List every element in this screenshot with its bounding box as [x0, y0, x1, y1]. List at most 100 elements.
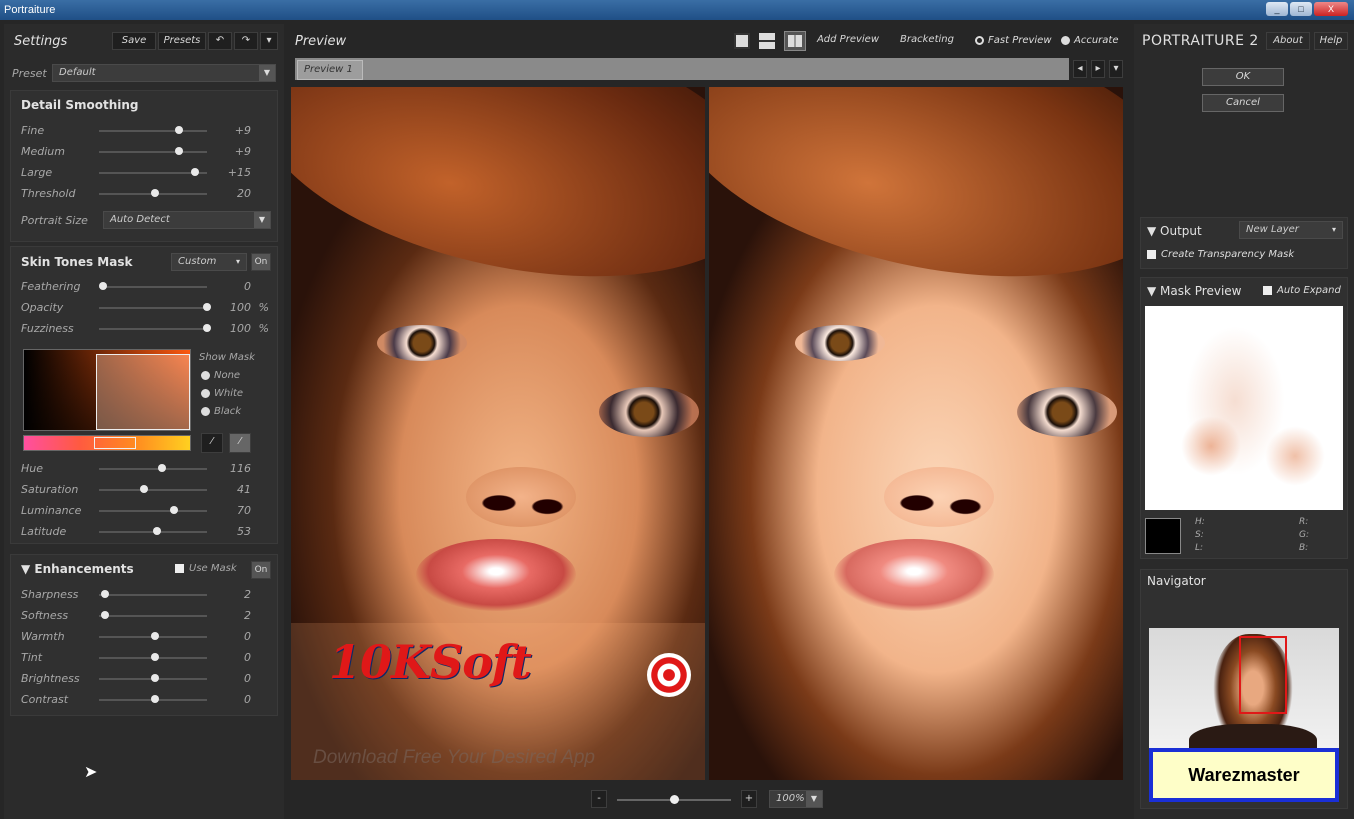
slider-track[interactable] [99, 594, 207, 596]
zoom-in-button[interactable]: + [741, 790, 757, 808]
skin-tones-mode-dropdown[interactable]: Custom ▾ [171, 253, 247, 271]
slider-label: Contrast [21, 693, 69, 706]
skin-tones-toggle[interactable]: On [251, 253, 271, 271]
create-transparency-mask-checkbox[interactable]: Create Transparency Mask [1147, 249, 1294, 260]
zoom-dropdown[interactable]: 100% ▼ [769, 790, 823, 808]
output-dropdown[interactable]: New Layer ▾ [1239, 221, 1343, 239]
zoom-slider[interactable] [617, 795, 731, 804]
slider-knob[interactable] [101, 590, 110, 598]
slider-knob[interactable] [174, 147, 183, 155]
auto-expand-checkbox[interactable]: Auto Expand [1263, 285, 1341, 296]
ok-button[interactable]: OK [1202, 68, 1284, 86]
zoom-slider-knob[interactable] [669, 795, 679, 804]
preview-tab-bar: Preview 1 [295, 58, 1069, 80]
slider-knob[interactable] [99, 282, 107, 290]
slider-knob[interactable] [203, 324, 211, 332]
title-bar: Portraiture _ □ X [0, 0, 1354, 20]
slider-knob[interactable] [203, 303, 211, 311]
slider-knob[interactable] [169, 506, 178, 514]
accurate-radio[interactable]: Accurate [1061, 35, 1119, 46]
bracketing-button[interactable]: Bracketing [891, 32, 963, 50]
tab-preview-1[interactable]: Preview 1 [297, 60, 363, 80]
slider-knob[interactable] [151, 653, 159, 661]
split-vertical-icon[interactable] [784, 31, 806, 51]
slider-knob[interactable] [151, 695, 159, 703]
collapse-arrow-icon[interactable]: ▼ [21, 562, 34, 576]
slider-track[interactable] [99, 510, 207, 512]
tab-menu-icon[interactable]: ▾ [1109, 60, 1123, 78]
slider-value: 0 [244, 693, 251, 706]
show-mask-black[interactable]: Black [201, 406, 241, 417]
skin-slider-feathering: Feathering 0 [11, 277, 281, 297]
slider-value: +15 [227, 166, 251, 179]
slider-knob[interactable] [190, 168, 199, 176]
slider-knob[interactable] [101, 611, 110, 619]
slider-value: 41 [237, 483, 251, 496]
hue-strip[interactable] [23, 435, 191, 451]
detail-slider-medium: Medium +9 [11, 142, 281, 162]
enhancements-toggle[interactable]: On [251, 561, 271, 579]
show-mask-none[interactable]: None [201, 370, 240, 381]
zoom-out-button[interactable]: - [591, 790, 607, 808]
slider-track[interactable] [99, 468, 207, 470]
tab-prev-arrow-icon[interactable]: ◂ [1073, 60, 1087, 78]
brand-title: PORTRAITURE 2 [1142, 33, 1259, 49]
undo-icon[interactable]: ↶ [208, 32, 232, 50]
skin-slider-opacity: Opacity 100% [11, 298, 281, 318]
right-panel: PORTRAITURE 2 About Help OK Cancel ▼ Out… [1134, 24, 1354, 819]
preset-dropdown[interactable]: Default ▼ [52, 64, 276, 82]
fast-preview-radio[interactable]: Fast Preview [975, 35, 1052, 46]
slider-track[interactable] [99, 615, 207, 617]
slider-knob[interactable] [151, 189, 159, 197]
color-picker-selection[interactable] [96, 354, 190, 430]
split-horizontal-icon[interactable] [759, 33, 775, 49]
original-image-view[interactable]: 10KSoft Download Free Your Desired App [291, 87, 705, 780]
redo-icon[interactable]: ↷ [234, 32, 258, 50]
collapse-arrow-icon[interactable]: ▼ [1147, 284, 1160, 298]
lips [416, 539, 576, 611]
close-button[interactable]: X [1314, 2, 1348, 16]
slider-track[interactable] [99, 151, 207, 153]
skin-tones-mode-value: Custom [178, 256, 217, 267]
slider-track[interactable] [99, 130, 207, 132]
slider-knob[interactable] [151, 674, 159, 682]
slider-value: 0 [244, 672, 251, 685]
slider-knob[interactable] [139, 485, 148, 493]
save-button[interactable]: Save [112, 32, 156, 50]
add-preview-button[interactable]: Add Preview [813, 32, 883, 50]
nose [884, 467, 994, 527]
presets-button[interactable]: Presets [158, 32, 206, 50]
skin-slider-hue: Hue 116 [11, 459, 281, 479]
slider-track[interactable] [99, 286, 207, 288]
slider-label: Fine [21, 124, 45, 137]
use-mask-checkbox[interactable]: Use Mask [175, 563, 237, 574]
show-mask-white[interactable]: White [201, 388, 243, 399]
slider-knob[interactable] [158, 464, 167, 472]
slider-knob[interactable] [174, 126, 183, 134]
slider-value: 116 [230, 462, 251, 475]
portrait-size-dropdown[interactable]: Auto Detect ▼ [103, 211, 271, 229]
eyedropper-minus-icon[interactable]: ⁄ [229, 433, 251, 453]
tab-next-arrow-icon[interactable]: ▸ [1091, 60, 1105, 78]
minimize-button[interactable]: _ [1266, 2, 1288, 16]
mask-color-swatch [1145, 518, 1181, 554]
collapse-arrow-icon[interactable]: ▼ [1147, 224, 1160, 238]
navigator-view-box[interactable] [1239, 636, 1287, 714]
eyedropper-icon[interactable]: ⁄ [201, 433, 223, 453]
single-view-icon[interactable] [734, 33, 750, 49]
slider-knob[interactable] [151, 632, 159, 640]
help-button[interactable]: Help [1314, 32, 1348, 50]
about-button[interactable]: About [1266, 32, 1310, 50]
maximize-button[interactable]: □ [1290, 2, 1312, 16]
slider-value: 0 [244, 280, 251, 293]
slider-track[interactable] [99, 307, 207, 309]
slider-knob[interactable] [153, 527, 162, 535]
cancel-button[interactable]: Cancel [1202, 94, 1284, 112]
retouched-image-view[interactable] [709, 87, 1123, 780]
skin-tone-color-picker[interactable] [23, 349, 191, 431]
slider-unit: % [258, 301, 269, 314]
settings-menu-icon[interactable]: ▾ [260, 32, 278, 50]
slider-track[interactable] [99, 328, 207, 330]
navigator-thumbnail[interactable] [1149, 628, 1339, 752]
slider-track[interactable] [99, 489, 207, 491]
